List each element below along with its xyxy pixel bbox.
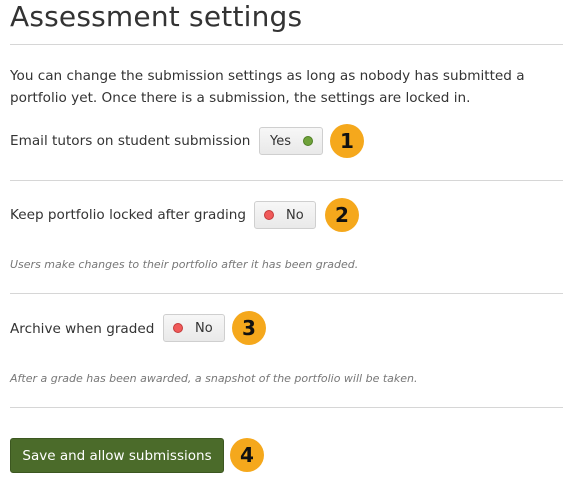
archive-help: After a grade has been awarded, a snapsh… — [10, 372, 418, 385]
keep-locked-help: Users make changes to their portfolio af… — [10, 258, 359, 271]
page-title: Assessment settings — [10, 0, 303, 33]
keep-locked-label: Keep portfolio locked after grading — [10, 207, 247, 223]
email-tutors-toggle-value: Yes — [270, 133, 291, 149]
keep-locked-toggle-value: No — [286, 207, 304, 223]
callout-badge-3: 3 — [232, 311, 266, 345]
callout-badge-2: 2 — [325, 198, 359, 232]
section-divider-3 — [10, 407, 563, 408]
archive-toggle[interactable]: No — [163, 314, 225, 342]
archive-toggle-value: No — [195, 320, 213, 336]
archive-label: Archive when graded — [10, 321, 155, 337]
green-dot-icon — [303, 136, 313, 146]
save-and-allow-submissions-button[interactable]: Save and allow submissions — [10, 438, 224, 473]
intro-text: You can change the submission settings a… — [10, 68, 525, 106]
title-divider — [10, 44, 563, 45]
keep-locked-toggle[interactable]: No — [254, 201, 316, 229]
section-divider-1 — [10, 180, 563, 181]
red-dot-icon — [264, 210, 274, 220]
email-tutors-label: Email tutors on student submission — [10, 133, 251, 149]
email-tutors-toggle[interactable]: Yes — [259, 127, 323, 155]
section-divider-2 — [10, 293, 563, 294]
red-dot-icon — [173, 323, 183, 333]
callout-badge-1: 1 — [330, 124, 364, 158]
callout-badge-4: 4 — [230, 438, 264, 472]
